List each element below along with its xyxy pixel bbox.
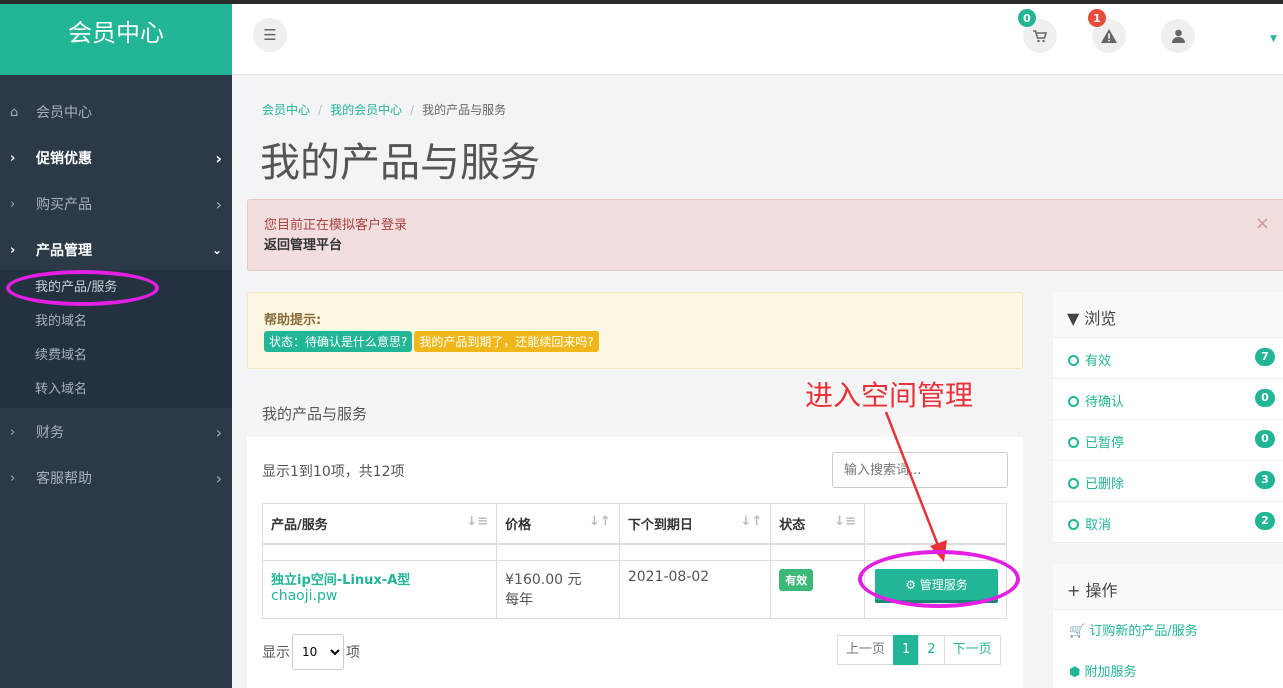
highlight-ellipse: [6, 270, 159, 306]
highlight-ellipse: [858, 550, 1020, 608]
annotation-arrow: [884, 411, 947, 562]
